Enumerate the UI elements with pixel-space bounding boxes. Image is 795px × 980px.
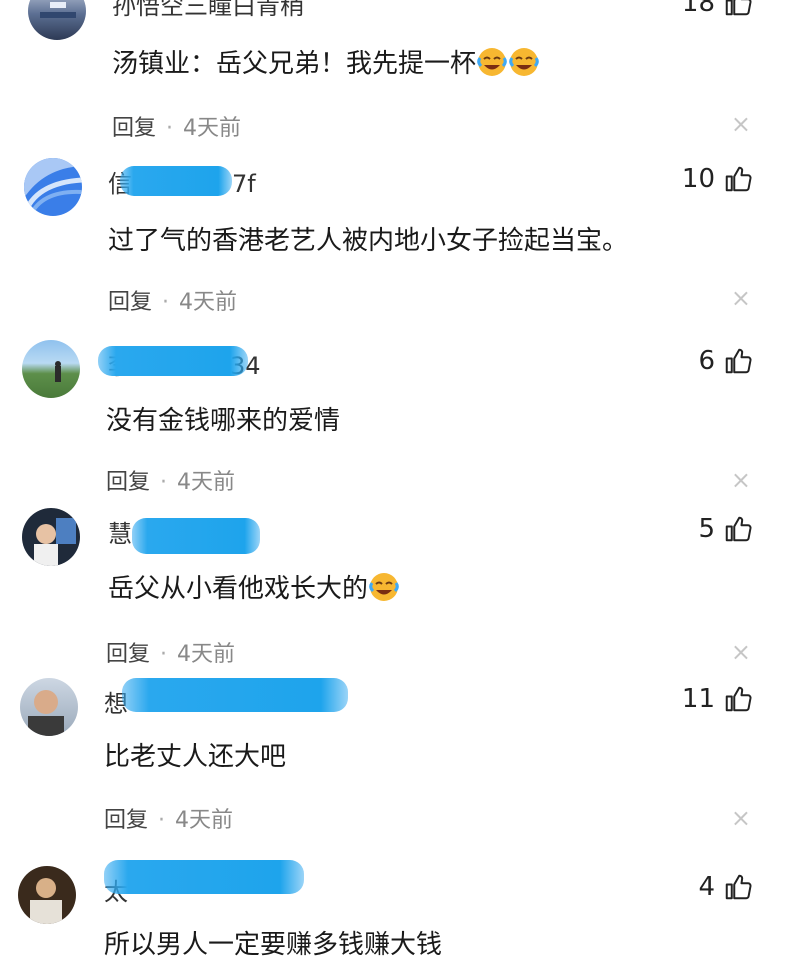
avatar-image (40, 2, 76, 18)
separator-dot: · (166, 116, 174, 141)
laughing-crying-emoji-icon (509, 48, 539, 76)
redaction-mark (104, 860, 304, 894)
comment-text: 过了气的香港老艺人被内地小女子捡起当宝。 (108, 226, 629, 256)
comment-text: 汤镇业：岳父兄弟！我先提一杯 (112, 43, 540, 80)
comment-author[interactable]: 慧 (108, 514, 132, 549)
reply-button[interactable]: 回复 (106, 642, 150, 667)
like-button[interactable]: 11 (682, 684, 753, 714)
comment-text: 岳父从小看他戏长大的 (108, 568, 400, 605)
like-button[interactable]: 5 (698, 514, 753, 544)
thumbs-up-icon (725, 166, 752, 192)
separator-dot: · (160, 470, 168, 495)
comment-meta: 回复 · 4天前 (104, 802, 233, 834)
like-count: 10 (681, 164, 715, 194)
thumbs-up-icon (725, 686, 752, 712)
avatar[interactable] (20, 678, 78, 736)
timestamp: 4天前 (179, 290, 238, 315)
separator-dot: · (158, 808, 166, 833)
reply-button[interactable]: 回复 (104, 808, 148, 833)
timestamp: 4天前 (177, 470, 236, 495)
laughing-crying-emoji-icon (369, 573, 399, 601)
avatar-image (30, 878, 62, 924)
comment-text-content: 岳父从小看他戏长大的 (108, 574, 369, 604)
avatar[interactable] (18, 866, 76, 924)
close-icon[interactable]: × (731, 466, 751, 494)
reply-button[interactable]: 回复 (108, 290, 152, 315)
comment-text: 没有金钱哪来的爱情 (106, 406, 341, 436)
avatar-image (34, 518, 76, 566)
avatar[interactable] (24, 158, 82, 216)
separator-dot: · (160, 642, 168, 667)
thumbs-up-icon (725, 874, 752, 900)
avatar-image (28, 690, 64, 736)
like-button[interactable]: 10 (682, 164, 753, 194)
like-count: 11 (681, 684, 715, 714)
comment-text-content: 汤镇业：岳父兄弟！我先提一杯 (112, 49, 477, 79)
laughing-crying-emoji-icon (477, 48, 507, 76)
thumbs-up-icon (725, 516, 752, 542)
close-icon[interactable]: × (731, 638, 751, 666)
redaction-mark (98, 346, 248, 376)
separator-dot: · (162, 290, 170, 315)
comment-meta: 回复 · 4天前 (108, 284, 237, 316)
thumbs-up-icon (725, 0, 752, 16)
avatar[interactable] (22, 340, 80, 398)
author-name-end: 7f (232, 170, 256, 198)
comment-meta: 回复 · 4天前 (106, 464, 235, 496)
like-count: 5 (698, 514, 715, 544)
like-count: 4 (698, 872, 715, 902)
redaction-mark (120, 166, 232, 196)
like-count: 6 (698, 346, 715, 376)
like-button[interactable]: 4 (698, 872, 753, 902)
close-icon[interactable]: × (731, 284, 751, 312)
thumbs-up-icon (725, 348, 752, 374)
close-icon[interactable]: × (731, 804, 751, 832)
comment-text: 比老丈人还大吧 (104, 742, 287, 772)
comment-author[interactable]: 孙悟空三瞳白青稍 (112, 0, 304, 21)
comment-meta: 回复 · 4天前 (112, 110, 241, 142)
avatar[interactable] (28, 0, 86, 40)
avatar-image (55, 361, 61, 382)
redaction-mark (122, 678, 348, 712)
like-button[interactable]: 18 (682, 0, 753, 18)
reply-button[interactable]: 回复 (106, 470, 150, 495)
timestamp: 4天前 (175, 808, 234, 833)
close-icon[interactable]: × (731, 110, 751, 138)
avatar[interactable] (22, 508, 80, 566)
comment-text: 所以男人一定要赚多钱赚大钱 (104, 930, 443, 960)
like-button[interactable]: 6 (698, 346, 753, 376)
like-count: 18 (681, 0, 715, 18)
reply-button[interactable]: 回复 (112, 116, 156, 141)
timestamp: 4天前 (177, 642, 236, 667)
avatar-image (24, 158, 82, 216)
comment-meta: 回复 · 4天前 (106, 636, 235, 668)
redaction-mark (132, 518, 260, 554)
timestamp: 4天前 (183, 116, 242, 141)
